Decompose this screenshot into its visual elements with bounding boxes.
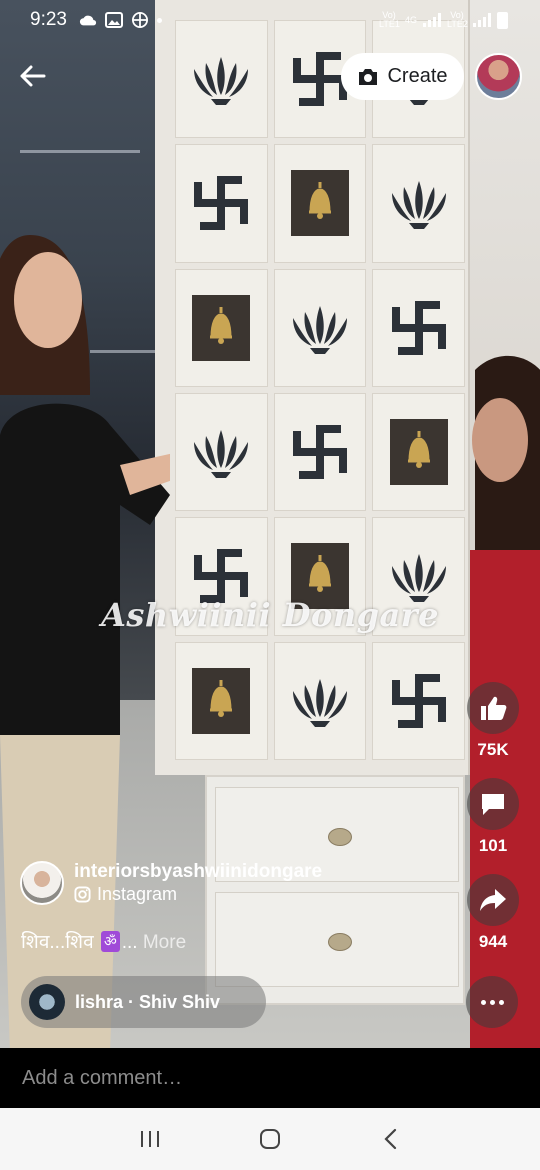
more-notifications-dot [156,17,162,23]
carved-tile-bell-niche [273,144,367,263]
carved-tile-lotus [372,144,465,263]
comment-button[interactable] [467,778,519,830]
cloud-icon [79,15,97,26]
comment-action: 101 [466,778,520,856]
lotus-motif-icon [292,305,347,354]
comment-count: 101 [478,836,508,855]
more-dot-icon [498,999,504,1005]
comment-input-bar[interactable]: Add a comment… [0,1048,540,1108]
drawer-knob [328,933,352,951]
lotus-motif-icon [194,57,249,106]
signal-bars-icon [423,13,441,27]
image-icon [104,12,123,28]
author-info[interactable]: interiorsbyashwiinidongare Instagram [20,860,322,905]
om-emoji: ॐ [100,931,120,952]
drawer-knob [328,828,352,846]
caption-text: शिव...शिव [21,932,94,953]
caption-ellipsis: ... [121,932,138,953]
notification-icons [79,12,162,28]
shelf-light [20,150,140,153]
bell-niche-motif-icon [192,667,251,734]
recents-icon [141,1131,159,1147]
sim2-label: Vo) LTE2 [447,10,468,29]
sim1-label: Vo) LTE1 [378,10,400,29]
video-watermark: Ashwiinii Dongare [101,596,439,634]
status-bar: 9:23 Vo) LTE1 4G Vo) LTE2 [0,0,540,40]
recents-button[interactable] [130,1119,170,1159]
chevron-left-icon [384,1128,397,1150]
swastika-motif-icon [194,176,249,231]
carved-panel-grid [175,20,465,760]
carved-tile-lotus [273,268,367,387]
audio-thumbnail [29,984,65,1020]
back-button[interactable] [14,58,50,94]
drawer [215,892,459,987]
carved-tile-lotus [273,641,367,760]
source-line: Instagram [74,884,322,905]
more-dot-icon [489,999,495,1005]
status-time: 9:23 [30,9,67,30]
action-column: 75K 101 944 [466,682,520,970]
carved-tile-bell-niche [372,393,465,512]
status-right: Vo) LTE1 4G Vo) LTE2 [379,11,508,29]
swastika-motif-icon [292,425,347,480]
create-button[interactable]: Create [341,53,464,100]
home-icon [260,1129,280,1149]
lotus-motif-icon [292,678,347,727]
carved-tile-swastika [175,144,268,263]
author-avatar[interactable] [20,860,64,905]
like-count: 75K [477,740,509,759]
network-type: 4G [404,14,417,25]
more-options-button[interactable] [466,976,518,1028]
grid-app-icon [131,12,148,28]
share-action: 944 [466,874,520,952]
more-dot-icon [480,999,486,1005]
carved-tile-bell-niche [175,268,268,387]
thumbs-up-icon [481,696,507,720]
carved-tile-bell-niche [175,641,268,760]
comment-input[interactable]: Add a comment… [22,1067,182,1090]
signal-bars-2-icon [473,13,491,27]
bell-niche-motif-icon [389,419,448,486]
swastika-motif-icon [391,300,446,355]
carved-tile-swastika [273,393,367,512]
carved-tile-swastika [372,641,465,760]
author-name[interactable]: interiorsbyashwiinidongare [74,860,322,884]
comment-bubble-icon [482,794,504,815]
system-nav-bar [0,1108,540,1170]
home-button[interactable] [250,1119,290,1159]
bell-niche-motif-icon [290,170,349,237]
camera-icon [359,68,378,85]
bell-niche-motif-icon [192,294,251,361]
source-label: Instagram [97,884,178,904]
share-button[interactable] [467,874,519,926]
carved-tile-swastika [372,268,465,387]
like-button[interactable] [467,682,519,734]
caption[interactable]: शिव...शिव ॐ... More [21,928,186,954]
share-count: 944 [478,932,508,951]
battery-icon [497,11,508,29]
system-back-button[interactable] [370,1119,410,1159]
create-label: Create [387,65,448,87]
like-action: 75K [466,682,520,760]
audio-track-pill[interactable]: lishra · Shiv Shiv [21,976,266,1028]
lotus-motif-icon [194,430,249,479]
caption-more-link[interactable]: More [143,932,186,953]
instagram-icon [74,886,91,903]
audio-label: lishra · Shiv Shiv [75,991,221,1012]
back-arrow-icon [20,65,46,87]
temple-cabinet [155,0,470,775]
lotus-motif-icon [391,181,446,230]
profile-avatar[interactable] [475,53,522,100]
carved-tile-lotus [175,393,268,512]
swastika-motif-icon [391,673,446,728]
share-arrow-icon [480,889,506,911]
